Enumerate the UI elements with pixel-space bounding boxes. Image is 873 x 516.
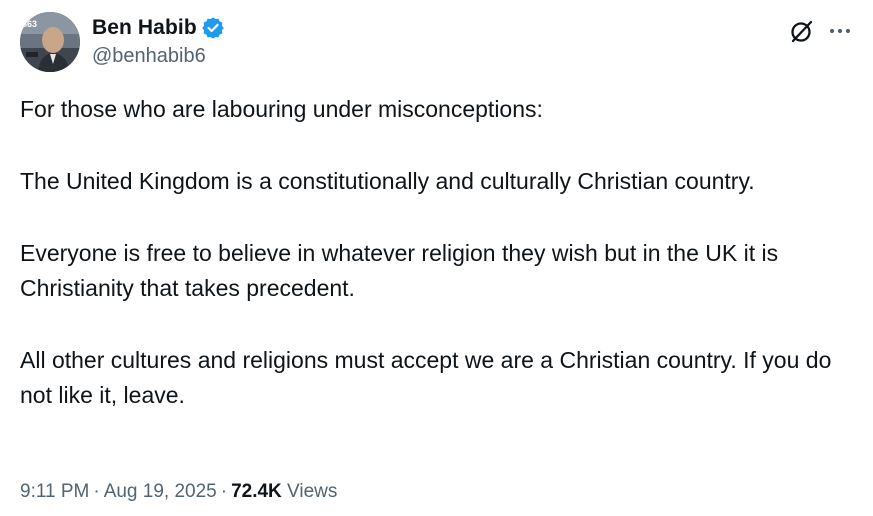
more-icon[interactable] [827, 18, 853, 44]
header-actions [789, 18, 853, 44]
avatar[interactable]: 863 [20, 12, 80, 72]
meta-separator: · [93, 481, 100, 502]
display-name[interactable]: Ben Habib [92, 16, 197, 40]
meta-separator: · [220, 481, 228, 502]
tweet-paragraph: For those who are labouring under miscon… [20, 96, 543, 122]
views-count[interactable]: 72.4K [231, 481, 282, 502]
author-names: Ben Habib @benhabib6 [92, 15, 224, 68]
tweet-card: 863 Ben Habib @benhabib6 For those who a… [0, 0, 873, 516]
tweet-date[interactable]: Aug 19, 2025 [104, 481, 217, 502]
tweet-paragraph: The United Kingdom is a constitutionally… [20, 168, 755, 194]
views-label: Views [287, 481, 338, 502]
tweet-time[interactable]: 9:11 PM [20, 481, 89, 502]
tweet-header: 863 Ben Habib @benhabib6 [20, 12, 853, 72]
verified-badge-icon [201, 17, 224, 39]
author-handle[interactable]: @benhabib6 [92, 45, 224, 68]
name-row: Ben Habib [92, 15, 224, 41]
tweet-paragraph: All other cultures and religions must ac… [20, 347, 832, 408]
avatar-badge-text: 863 [22, 19, 38, 29]
grok-icon[interactable] [789, 18, 815, 44]
tweet-meta: 9:11 PM · Aug 19, 2025 · 72.4K Views [20, 481, 337, 503]
tweet-paragraph: Everyone is free to believe in whatever … [20, 240, 779, 301]
tweet-text: For those who are labouring under miscon… [20, 92, 860, 413]
